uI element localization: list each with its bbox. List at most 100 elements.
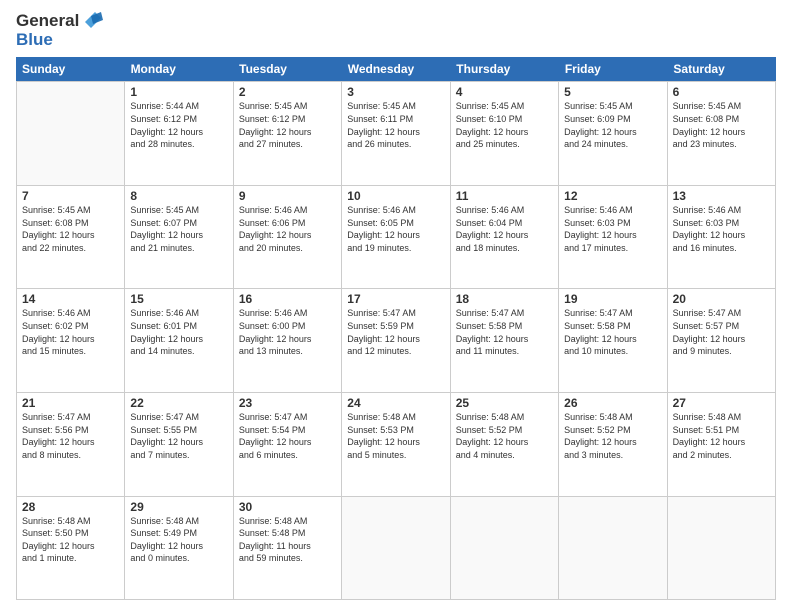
day-cell-16: 16Sunrise: 5:46 AM Sunset: 6:00 PM Dayli…	[234, 289, 342, 392]
day-info: Sunrise: 5:47 AM Sunset: 5:54 PM Dayligh…	[239, 411, 336, 461]
day-cell-18: 18Sunrise: 5:47 AM Sunset: 5:58 PM Dayli…	[451, 289, 559, 392]
day-info: Sunrise: 5:45 AM Sunset: 6:12 PM Dayligh…	[239, 100, 336, 150]
calendar: SundayMondayTuesdayWednesdayThursdayFrid…	[16, 57, 776, 600]
day-number: 2	[239, 85, 336, 99]
day-cell-14: 14Sunrise: 5:46 AM Sunset: 6:02 PM Dayli…	[17, 289, 125, 392]
day-cell-15: 15Sunrise: 5:46 AM Sunset: 6:01 PM Dayli…	[125, 289, 233, 392]
header-day-saturday: Saturday	[667, 57, 776, 81]
day-cell-3: 3Sunrise: 5:45 AM Sunset: 6:11 PM Daylig…	[342, 82, 450, 185]
day-cell-27: 27Sunrise: 5:48 AM Sunset: 5:51 PM Dayli…	[668, 393, 776, 496]
week-row-4: 21Sunrise: 5:47 AM Sunset: 5:56 PM Dayli…	[17, 393, 776, 497]
day-cell-6: 6Sunrise: 5:45 AM Sunset: 6:08 PM Daylig…	[668, 82, 776, 185]
day-info: Sunrise: 5:47 AM Sunset: 5:59 PM Dayligh…	[347, 307, 444, 357]
day-number: 17	[347, 292, 444, 306]
day-number: 29	[130, 500, 227, 514]
day-number: 5	[564, 85, 661, 99]
header: General Blue	[16, 12, 776, 49]
day-info: Sunrise: 5:48 AM Sunset: 5:51 PM Dayligh…	[673, 411, 770, 461]
day-number: 3	[347, 85, 444, 99]
day-info: Sunrise: 5:45 AM Sunset: 6:11 PM Dayligh…	[347, 100, 444, 150]
header-day-wednesday: Wednesday	[342, 57, 451, 81]
day-cell-1: 1Sunrise: 5:44 AM Sunset: 6:12 PM Daylig…	[125, 82, 233, 185]
day-cell-17: 17Sunrise: 5:47 AM Sunset: 5:59 PM Dayli…	[342, 289, 450, 392]
week-row-5: 28Sunrise: 5:48 AM Sunset: 5:50 PM Dayli…	[17, 497, 776, 601]
day-number: 7	[22, 189, 119, 203]
empty-cell	[451, 497, 559, 600]
day-info: Sunrise: 5:48 AM Sunset: 5:48 PM Dayligh…	[239, 515, 336, 565]
day-cell-21: 21Sunrise: 5:47 AM Sunset: 5:56 PM Dayli…	[17, 393, 125, 496]
day-cell-12: 12Sunrise: 5:46 AM Sunset: 6:03 PM Dayli…	[559, 186, 667, 289]
day-number: 25	[456, 396, 553, 410]
day-number: 1	[130, 85, 227, 99]
day-number: 21	[22, 396, 119, 410]
day-number: 22	[130, 396, 227, 410]
day-info: Sunrise: 5:47 AM Sunset: 5:55 PM Dayligh…	[130, 411, 227, 461]
day-number: 16	[239, 292, 336, 306]
day-cell-5: 5Sunrise: 5:45 AM Sunset: 6:09 PM Daylig…	[559, 82, 667, 185]
day-number: 18	[456, 292, 553, 306]
day-info: Sunrise: 5:47 AM Sunset: 5:56 PM Dayligh…	[22, 411, 119, 461]
day-info: Sunrise: 5:46 AM Sunset: 6:05 PM Dayligh…	[347, 204, 444, 254]
header-day-friday: Friday	[559, 57, 668, 81]
day-info: Sunrise: 5:47 AM Sunset: 5:58 PM Dayligh…	[456, 307, 553, 357]
day-number: 15	[130, 292, 227, 306]
day-cell-26: 26Sunrise: 5:48 AM Sunset: 5:52 PM Dayli…	[559, 393, 667, 496]
day-info: Sunrise: 5:45 AM Sunset: 6:07 PM Dayligh…	[130, 204, 227, 254]
day-info: Sunrise: 5:47 AM Sunset: 5:58 PM Dayligh…	[564, 307, 661, 357]
day-cell-10: 10Sunrise: 5:46 AM Sunset: 6:05 PM Dayli…	[342, 186, 450, 289]
day-info: Sunrise: 5:47 AM Sunset: 5:57 PM Dayligh…	[673, 307, 770, 357]
calendar-body: 1Sunrise: 5:44 AM Sunset: 6:12 PM Daylig…	[16, 81, 776, 600]
day-number: 11	[456, 189, 553, 203]
day-number: 26	[564, 396, 661, 410]
day-number: 6	[673, 85, 770, 99]
header-day-tuesday: Tuesday	[233, 57, 342, 81]
day-number: 8	[130, 189, 227, 203]
day-number: 13	[673, 189, 770, 203]
empty-cell	[668, 497, 776, 600]
day-cell-2: 2Sunrise: 5:45 AM Sunset: 6:12 PM Daylig…	[234, 82, 342, 185]
day-number: 4	[456, 85, 553, 99]
day-cell-24: 24Sunrise: 5:48 AM Sunset: 5:53 PM Dayli…	[342, 393, 450, 496]
day-info: Sunrise: 5:48 AM Sunset: 5:50 PM Dayligh…	[22, 515, 119, 565]
day-info: Sunrise: 5:48 AM Sunset: 5:49 PM Dayligh…	[130, 515, 227, 565]
day-info: Sunrise: 5:45 AM Sunset: 6:09 PM Dayligh…	[564, 100, 661, 150]
day-cell-23: 23Sunrise: 5:47 AM Sunset: 5:54 PM Dayli…	[234, 393, 342, 496]
day-number: 10	[347, 189, 444, 203]
day-number: 24	[347, 396, 444, 410]
day-cell-28: 28Sunrise: 5:48 AM Sunset: 5:50 PM Dayli…	[17, 497, 125, 600]
header-day-thursday: Thursday	[450, 57, 559, 81]
day-number: 19	[564, 292, 661, 306]
day-cell-4: 4Sunrise: 5:45 AM Sunset: 6:10 PM Daylig…	[451, 82, 559, 185]
day-cell-19: 19Sunrise: 5:47 AM Sunset: 5:58 PM Dayli…	[559, 289, 667, 392]
day-cell-22: 22Sunrise: 5:47 AM Sunset: 5:55 PM Dayli…	[125, 393, 233, 496]
empty-cell	[17, 82, 125, 185]
day-info: Sunrise: 5:48 AM Sunset: 5:53 PM Dayligh…	[347, 411, 444, 461]
day-cell-30: 30Sunrise: 5:48 AM Sunset: 5:48 PM Dayli…	[234, 497, 342, 600]
day-number: 27	[673, 396, 770, 410]
logo-area: General Blue	[16, 12, 103, 49]
day-info: Sunrise: 5:46 AM Sunset: 6:04 PM Dayligh…	[456, 204, 553, 254]
day-number: 23	[239, 396, 336, 410]
empty-cell	[559, 497, 667, 600]
day-info: Sunrise: 5:45 AM Sunset: 6:10 PM Dayligh…	[456, 100, 553, 150]
day-number: 28	[22, 500, 119, 514]
day-info: Sunrise: 5:46 AM Sunset: 6:03 PM Dayligh…	[673, 204, 770, 254]
header-day-sunday: Sunday	[16, 57, 125, 81]
week-row-1: 1Sunrise: 5:44 AM Sunset: 6:12 PM Daylig…	[17, 82, 776, 186]
calendar-header: SundayMondayTuesdayWednesdayThursdayFrid…	[16, 57, 776, 81]
day-cell-29: 29Sunrise: 5:48 AM Sunset: 5:49 PM Dayli…	[125, 497, 233, 600]
week-row-3: 14Sunrise: 5:46 AM Sunset: 6:02 PM Dayli…	[17, 289, 776, 393]
day-number: 20	[673, 292, 770, 306]
day-info: Sunrise: 5:46 AM Sunset: 6:02 PM Dayligh…	[22, 307, 119, 357]
day-number: 14	[22, 292, 119, 306]
day-cell-9: 9Sunrise: 5:46 AM Sunset: 6:06 PM Daylig…	[234, 186, 342, 289]
day-number: 30	[239, 500, 336, 514]
header-day-monday: Monday	[125, 57, 234, 81]
day-cell-20: 20Sunrise: 5:47 AM Sunset: 5:57 PM Dayli…	[668, 289, 776, 392]
day-number: 12	[564, 189, 661, 203]
day-info: Sunrise: 5:46 AM Sunset: 6:01 PM Dayligh…	[130, 307, 227, 357]
day-cell-13: 13Sunrise: 5:46 AM Sunset: 6:03 PM Dayli…	[668, 186, 776, 289]
day-info: Sunrise: 5:48 AM Sunset: 5:52 PM Dayligh…	[564, 411, 661, 461]
day-info: Sunrise: 5:48 AM Sunset: 5:52 PM Dayligh…	[456, 411, 553, 461]
day-number: 9	[239, 189, 336, 203]
